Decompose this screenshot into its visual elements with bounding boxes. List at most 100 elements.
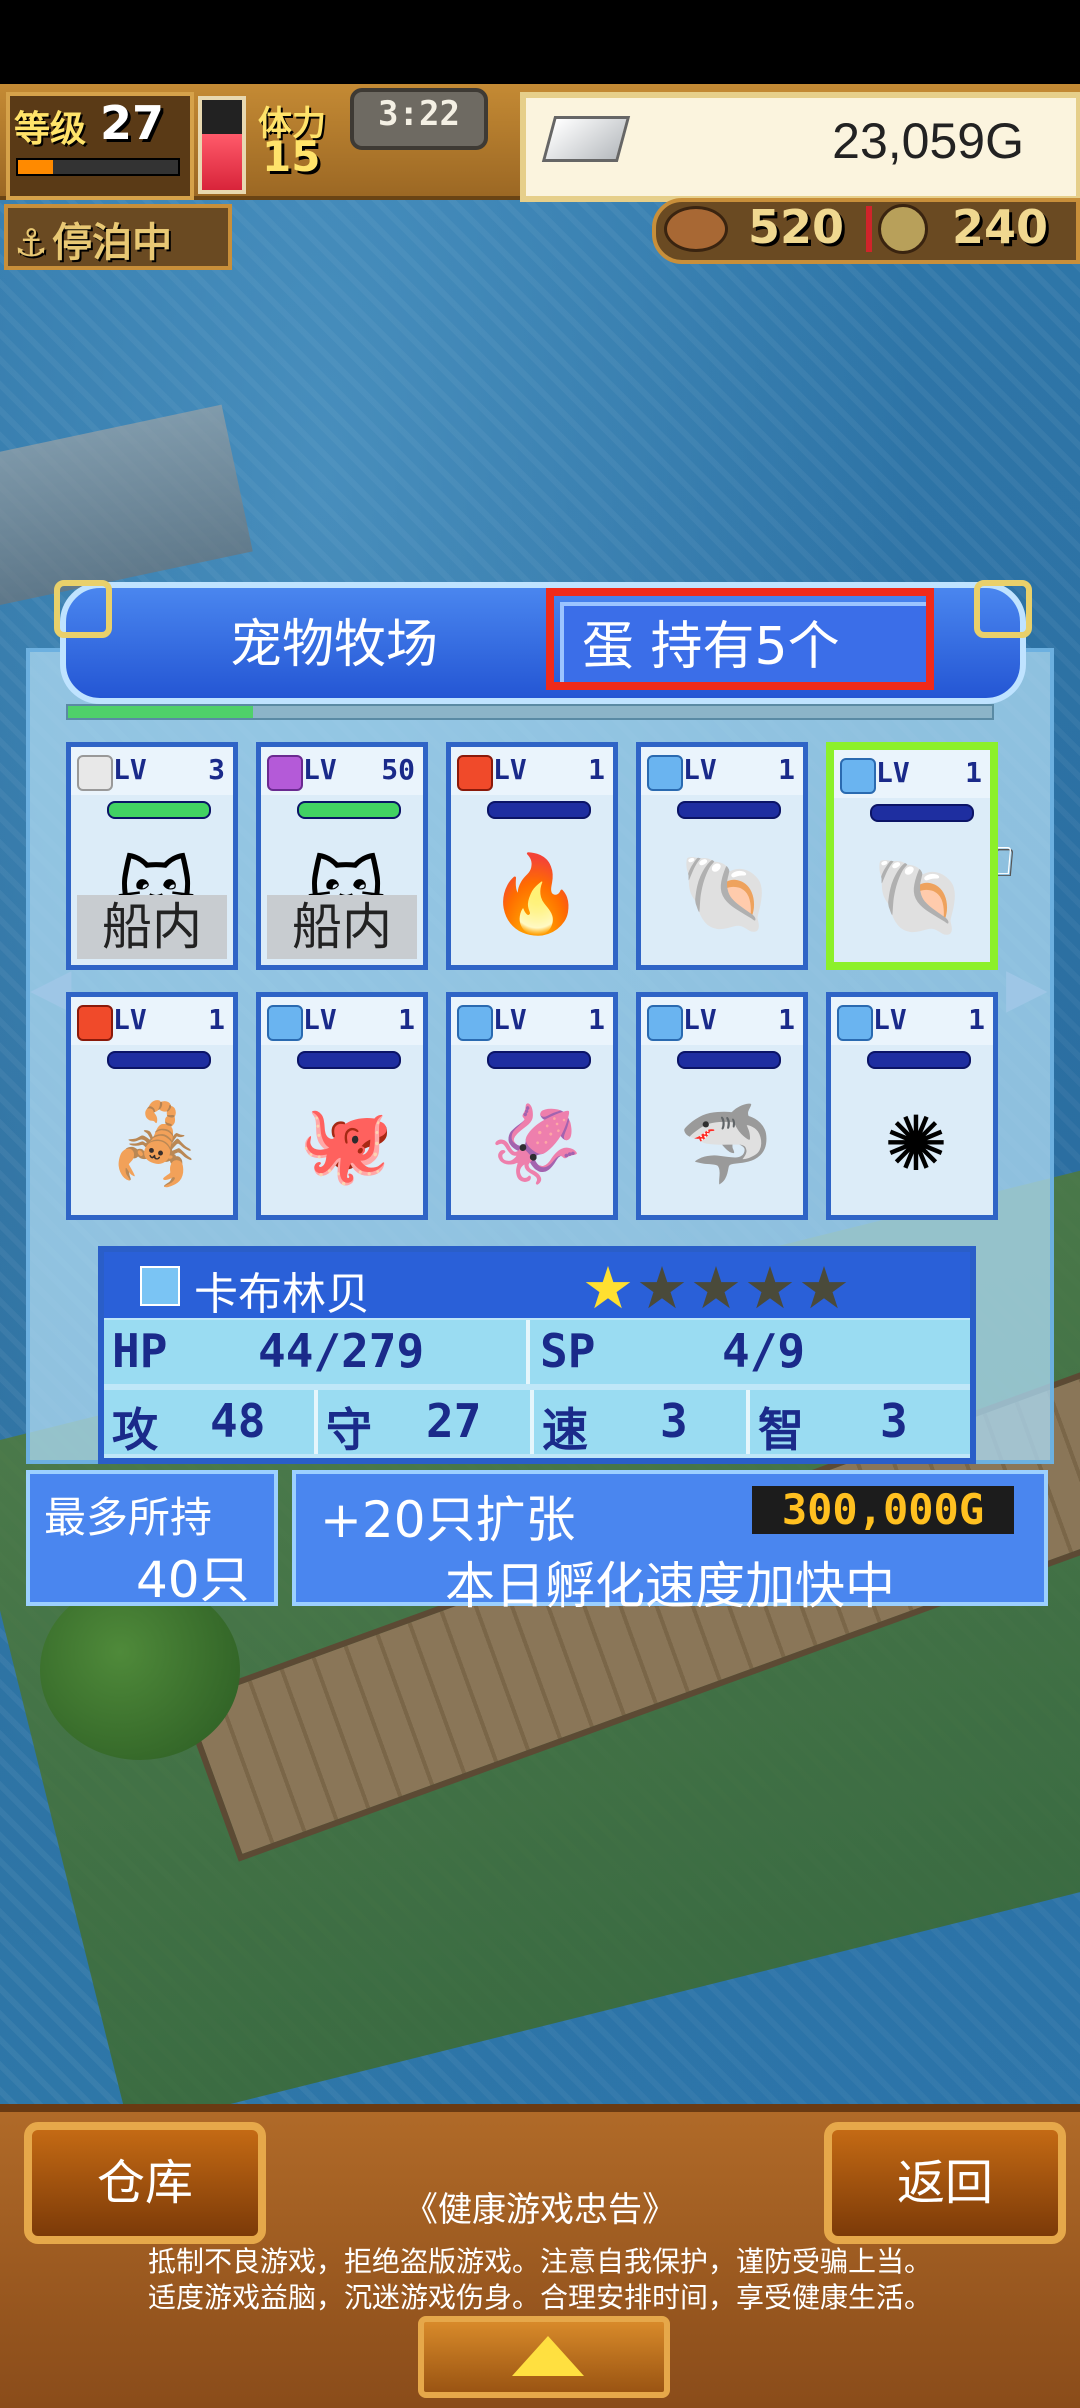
int-value: 3	[880, 1394, 908, 1448]
pet-level: 1	[398, 1003, 415, 1036]
atk-label: 攻	[112, 1403, 158, 1457]
exp-bar	[16, 158, 180, 176]
pet-card[interactable]: LV 1 🦑	[446, 992, 618, 1220]
lv-label: LV	[303, 1003, 337, 1036]
panel-title: 宠物牧场	[230, 615, 439, 675]
hp-bar	[870, 804, 974, 822]
water-element-icon	[457, 1005, 493, 1041]
capacity-value: 40只	[136, 1551, 250, 1609]
lv-label: LV	[873, 1003, 907, 1036]
octopus-icon: 🐙	[298, 1099, 394, 1188]
star-empty-icon: ★	[744, 1254, 798, 1322]
status-bar-area	[0, 0, 1080, 84]
squid-icon: 🦑	[488, 1099, 584, 1188]
hp-bar	[297, 801, 401, 819]
anchor-icon: ⚓	[14, 221, 49, 265]
food-count: 520	[748, 200, 845, 254]
lv-label: LV	[493, 753, 527, 786]
location-label: 船内	[77, 895, 227, 959]
stamina-gauge	[198, 96, 246, 194]
def-label: 守	[326, 1403, 372, 1457]
purple-element-icon	[267, 755, 303, 791]
sp-label: SP	[540, 1324, 596, 1378]
pet-card[interactable]: LV 50 🐱 船内	[256, 742, 428, 970]
stat-row-hp	[104, 1320, 970, 1384]
star-empty-icon: ★	[636, 1254, 690, 1322]
def-value: 27	[426, 1394, 482, 1448]
capacity-label: 最多所持	[44, 1493, 213, 1542]
hp-bar	[487, 801, 591, 819]
lv-label: LV	[683, 1003, 717, 1036]
water-element-icon	[140, 1266, 180, 1306]
pet-card[interactable]: LV 1 🐚	[826, 742, 998, 970]
lv-label: LV	[876, 756, 910, 789]
fire-element-icon	[77, 1005, 113, 1041]
hp-value: 44/279	[258, 1324, 425, 1378]
star-filled-icon: ★	[582, 1254, 636, 1322]
hp-bar	[487, 1051, 591, 1069]
pet-level: 1	[965, 756, 982, 789]
flame-monster-icon: 🔥	[488, 849, 584, 938]
hermit-crab-icon: 🐚	[678, 849, 774, 938]
pet-card[interactable]: LV 3 🐱 船内	[66, 742, 238, 970]
pet-level: 1	[778, 753, 795, 786]
hp-label: HP	[112, 1324, 168, 1378]
spd-value: 3	[660, 1394, 688, 1448]
water-element-icon	[840, 758, 876, 794]
sp-value: 4/9	[722, 1324, 806, 1378]
water-element-icon	[647, 755, 683, 791]
pet-level: 3	[208, 753, 225, 786]
dock-status-text: 停泊中	[52, 220, 173, 266]
pet-card[interactable]: LV 1 🔥	[446, 742, 618, 970]
pet-name: 卡布林贝	[194, 1269, 370, 1320]
up-arrow-icon	[512, 2336, 584, 2376]
pet-card[interactable]: LV 1 🦈	[636, 992, 808, 1220]
hp-bar	[107, 1051, 211, 1069]
dock-status: ⚓ 停泊中	[14, 210, 172, 268]
atk-value: 48	[210, 1394, 266, 1448]
scorpion-icon: 🦂	[108, 1099, 204, 1188]
expand-label: +20只扩张	[320, 1491, 576, 1549]
health-notice-title: 《健康游戏忠告》	[404, 2190, 676, 2230]
coin-count: 240	[952, 200, 1049, 254]
rarity-stars: ★★★★★	[582, 1254, 852, 1322]
highlight-box	[546, 588, 934, 690]
pet-card[interactable]: LV 1 ✺	[826, 992, 998, 1220]
pet-card[interactable]: LV 1 🐙	[256, 992, 428, 1220]
coin-icon	[878, 204, 928, 254]
water-element-icon	[837, 1005, 873, 1041]
hp-bar	[107, 801, 211, 819]
urchin-icon: ✺	[884, 1099, 948, 1188]
white-element-icon	[77, 755, 113, 791]
pet-card[interactable]: LV 1 🦂	[66, 992, 238, 1220]
pet-level: 1	[588, 753, 605, 786]
pet-level: 1	[968, 1003, 985, 1036]
star-empty-icon: ★	[798, 1254, 852, 1322]
level-value: 27	[100, 96, 165, 150]
lv-label: LV	[303, 753, 337, 786]
gold-amount: 23,059G	[832, 113, 1024, 169]
expand-menu-button[interactable]	[418, 2316, 670, 2398]
pet-level: 50	[381, 753, 415, 786]
health-notice-line2: 适度游戏益脑，沉迷游戏伤身。合理安排时间，享受健康生活。	[147, 2281, 932, 2314]
lv-label: LV	[493, 1003, 527, 1036]
cone-shell-icon: 🐚	[871, 852, 967, 941]
pet-level: 1	[208, 1003, 225, 1036]
pet-card[interactable]: LV 1 🐚	[636, 742, 808, 970]
spd-label: 速	[542, 1403, 588, 1457]
lv-label: LV	[113, 1003, 147, 1036]
water-element-icon	[647, 1005, 683, 1041]
star-empty-icon: ★	[690, 1254, 744, 1322]
pet-level: 1	[778, 1003, 795, 1036]
lv-label: LV	[683, 753, 717, 786]
hatch-note: 本日孵化速度加快中	[445, 1557, 895, 1615]
timer-text: 3:22	[378, 94, 460, 134]
lv-label: LV	[113, 753, 147, 786]
next-page-arrow-icon[interactable]: ▶	[1006, 956, 1048, 1019]
location-label: 船内	[267, 895, 417, 959]
stamina-value: 15	[262, 132, 321, 181]
silver-bar-icon	[541, 116, 631, 162]
health-notice-line1: 抵制不良游戏，拒绝盗版游戏。注意自我保护，谨防受骗上当。	[147, 2245, 932, 2278]
hp-bar	[677, 1051, 781, 1069]
water-element-icon	[267, 1005, 303, 1041]
